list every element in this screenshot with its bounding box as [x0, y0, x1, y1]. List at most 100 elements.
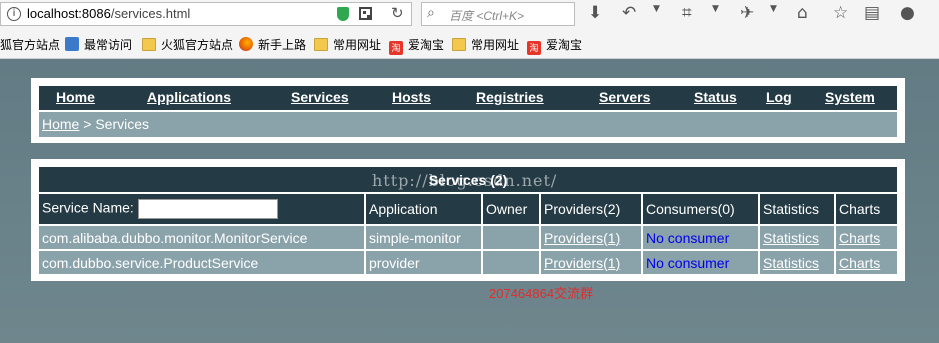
- service-name-header: Service Name:: [39, 192, 366, 224]
- application-cell: simple-monitor: [366, 224, 483, 249]
- charts-link[interactable]: Charts: [839, 255, 880, 271]
- breadcrumb-current: Services: [95, 116, 150, 132]
- address-bar[interactable]: i localhost:8086/services.html ↻: [0, 2, 412, 26]
- statistics-cell: Statistics: [760, 224, 836, 249]
- service-name-cell: com.alibaba.dubbo.monitor.MonitorService: [39, 224, 366, 249]
- shield-icon[interactable]: [337, 7, 349, 21]
- firefox-icon: [239, 37, 253, 51]
- charts-cell: Charts: [836, 224, 898, 249]
- nav-registries[interactable]: Registries: [476, 89, 544, 105]
- nav-applications[interactable]: Applications: [147, 89, 231, 105]
- reload-icon[interactable]: ↻: [391, 4, 404, 22]
- url-text[interactable]: localhost:8086/services.html: [27, 6, 190, 21]
- owner-cell: [483, 224, 541, 249]
- providers-link[interactable]: Providers(1): [544, 255, 620, 271]
- site-info-icon[interactable]: i: [7, 7, 21, 21]
- breadcrumb-home-link[interactable]: Home: [42, 116, 79, 132]
- qr-code-icon[interactable]: [359, 7, 372, 20]
- bookmark-label: 新手上路: [258, 38, 307, 52]
- bookmark-label: 爱淘宝: [546, 38, 583, 52]
- breadcrumb: Home > Services: [39, 112, 897, 137]
- table-row: com.dubbo.service.ProductService provide…: [39, 249, 898, 274]
- consumers-status: No consumer: [646, 254, 730, 271]
- nav-home[interactable]: Home: [56, 89, 95, 105]
- bookmark-label: 最常访问: [84, 38, 133, 52]
- bookmark-item[interactable]: 淘爱淘宝: [389, 36, 445, 55]
- crop-icon[interactable]: ⌗: [682, 2, 692, 24]
- statistics-link[interactable]: Statistics: [763, 255, 819, 271]
- application-cell: provider: [366, 249, 483, 274]
- bookmark-label: 狐官方站点: [0, 38, 61, 52]
- charts-cell: Charts: [836, 249, 898, 274]
- breadcrumb-separator: >: [79, 116, 96, 132]
- services-table: Services (2) Service Name: Application O…: [39, 167, 898, 274]
- table-row: com.alibaba.dubbo.monitor.MonitorService…: [39, 224, 898, 249]
- folder-icon: [452, 38, 466, 51]
- extension-icon[interactable]: ✈: [740, 2, 754, 24]
- navigation-panel: Home Applications Services Hosts Registr…: [31, 78, 905, 143]
- providers-cell: Providers(1): [541, 224, 643, 249]
- column-header: Statistics: [760, 192, 836, 224]
- folder-icon: [142, 38, 156, 51]
- taobao-icon: 淘: [389, 41, 403, 55]
- search-input[interactable]: ⌕ 百度 <Ctrl+K>: [421, 2, 575, 26]
- bookmark-item[interactable]: 最常访问: [65, 36, 132, 54]
- bookmark-item[interactable]: 火狐官方站点: [142, 36, 233, 54]
- service-name-cell: com.dubbo.service.ProductService: [39, 249, 366, 274]
- bookmark-star-icon[interactable]: ☆: [833, 2, 848, 24]
- table-caption: Services (2): [39, 167, 898, 192]
- column-header: Application: [366, 192, 483, 224]
- column-header: Charts: [836, 192, 898, 224]
- bookmark-item[interactable]: 常用网址: [452, 36, 519, 54]
- download-icon[interactable]: ⬇: [588, 2, 602, 24]
- bookmark-item[interactable]: 常用网址: [314, 36, 381, 54]
- column-header: Providers(2): [541, 192, 643, 224]
- providers-cell: Providers(1): [541, 249, 643, 274]
- url-path: /services.html: [110, 6, 191, 21]
- column-header: Owner: [483, 192, 541, 224]
- chevron-down-icon[interactable]: ▼: [653, 4, 660, 14]
- reading-list-icon[interactable]: ▤: [864, 2, 880, 24]
- taobao-icon: 淘: [527, 41, 541, 55]
- nav-system[interactable]: System: [825, 89, 875, 105]
- bookmarks-bar: 狐官方站点 最常访问 火狐官方站点 新手上路 常用网址 淘爱淘宝 常用网址 淘爱…: [0, 30, 939, 59]
- statistics-link[interactable]: Statistics: [763, 230, 819, 246]
- charts-link[interactable]: Charts: [839, 230, 880, 246]
- browser-toolbar: i localhost:8086/services.html ↻ ⌕ 百度 <C…: [0, 0, 939, 31]
- search-icon: ⌕: [427, 4, 435, 20]
- bookmark-item[interactable]: 新手上路: [239, 36, 306, 54]
- bookmark-label: 爱淘宝: [408, 38, 445, 52]
- service-name-filter-input[interactable]: [137, 199, 278, 219]
- statistics-cell: Statistics: [760, 249, 836, 274]
- chevron-down-icon[interactable]: ▼: [712, 4, 719, 14]
- home-icon[interactable]: ⌂: [797, 2, 808, 24]
- nav-log[interactable]: Log: [766, 89, 792, 105]
- table-header-row: Service Name: Application Owner Provider…: [39, 192, 898, 224]
- bookmark-item[interactable]: 淘爱淘宝: [527, 36, 583, 55]
- chevron-down-icon[interactable]: ▼: [770, 4, 777, 14]
- search-icon: [65, 37, 79, 51]
- bookmark-label: 常用网址: [471, 38, 520, 52]
- providers-link[interactable]: Providers(1): [544, 230, 620, 246]
- nav-servers[interactable]: Servers: [599, 89, 650, 105]
- page-content: Home Applications Services Hosts Registr…: [0, 59, 939, 343]
- consumers-cell: No consumer: [643, 249, 760, 274]
- nav-hosts[interactable]: Hosts: [392, 89, 431, 105]
- bookmark-label: 火狐官方站点: [161, 38, 234, 52]
- search-placeholder: 百度 <Ctrl+K>: [449, 9, 525, 23]
- services-panel: Services (2) Service Name: Application O…: [31, 159, 905, 281]
- bookmark-label: 常用网址: [333, 38, 382, 52]
- owner-cell: [483, 249, 541, 274]
- main-nav: Home Applications Services Hosts Registr…: [39, 86, 897, 110]
- chat-icon[interactable]: ●: [900, 2, 915, 24]
- service-name-label: Service Name:: [42, 199, 134, 216]
- consumers-status: No consumer: [646, 229, 730, 246]
- consumers-cell: No consumer: [643, 224, 760, 249]
- url-host: localhost:8086: [27, 6, 111, 21]
- column-header: Consumers(0): [643, 192, 760, 224]
- back-history-icon[interactable]: ↶: [622, 2, 636, 24]
- nav-services[interactable]: Services: [291, 89, 349, 105]
- nav-status[interactable]: Status: [694, 89, 737, 105]
- folder-icon: [314, 38, 328, 51]
- bookmark-item[interactable]: 狐官方站点: [0, 36, 60, 54]
